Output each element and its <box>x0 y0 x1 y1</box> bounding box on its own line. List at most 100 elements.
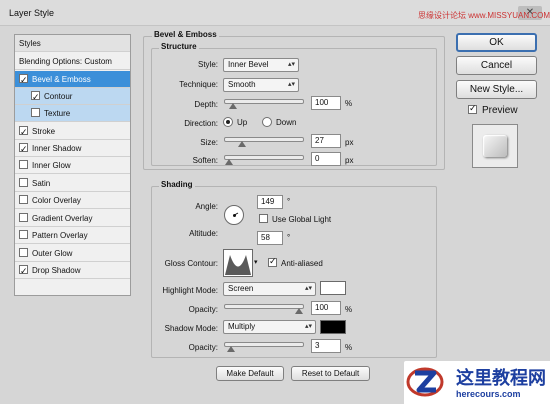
style-item-color-overlay[interactable]: Color Overlay <box>15 192 130 209</box>
highlight-mode-select[interactable]: Screen ▴▾ <box>223 282 316 296</box>
checkbox-gradient-overlay[interactable] <box>19 213 28 223</box>
checkbox-drop-shadow[interactable] <box>19 263 28 280</box>
style-select[interactable]: Inner Bevel ▴▾ <box>223 58 299 72</box>
make-default-button[interactable]: Make Default <box>216 366 284 381</box>
watermark-text: 思缘设计论坛 www.MISSYUAN.COM <box>418 11 550 20</box>
checkbox-contour[interactable] <box>31 89 40 106</box>
style-item-label: Inner Shadow <box>32 144 82 153</box>
shadow-mode-select[interactable]: Multiply ▴▾ <box>223 320 316 334</box>
size-slider-thumb[interactable] <box>237 141 246 147</box>
size-label: Size: <box>200 138 218 147</box>
style-item-stroke[interactable]: Stroke <box>15 123 130 141</box>
technique-select[interactable]: Smooth ▴▾ <box>223 78 299 92</box>
style-item-label: Outer Glow <box>32 249 73 258</box>
site-logo: 这里教程网 herecours.com <box>404 361 550 404</box>
soften-slider[interactable] <box>224 155 304 165</box>
soften-unit: px <box>345 156 354 165</box>
checkbox-satin[interactable] <box>19 178 28 188</box>
angle-dial-icon[interactable] <box>224 205 244 225</box>
bevel-emboss-title: Bevel & Emboss <box>152 30 219 39</box>
size-input[interactable]: 27 <box>311 134 341 148</box>
shadow-opacity-label: Opacity: <box>188 343 218 352</box>
direction-down-radio[interactable] <box>262 117 272 127</box>
style-item-label: Stroke <box>32 127 56 136</box>
style-item-pattern-overlay[interactable]: Pattern Overlay <box>15 227 130 244</box>
checkbox-color-overlay[interactable] <box>19 195 28 205</box>
style-label: Style: <box>197 60 218 69</box>
chevron-down-icon[interactable]: ▾ <box>254 258 258 266</box>
updown-arrow-icon: ▴▾ <box>287 61 295 68</box>
style-item-inner-shadow[interactable]: Inner Shadow <box>15 140 130 158</box>
direction-up-label: Up <box>237 118 248 127</box>
window-title: Layer Style <box>9 8 55 18</box>
shadow-mode-value: Multiply <box>228 322 256 331</box>
highlight-mode-value: Screen <box>228 284 254 293</box>
shadow-mode-label: Shadow Mode: <box>164 324 218 333</box>
style-item-bevel-emboss[interactable]: Bevel & Emboss <box>15 71 130 89</box>
reset-to-default-button[interactable]: Reset to Default <box>291 366 370 381</box>
cancel-button[interactable]: Cancel <box>456 56 537 75</box>
structure-title: Structure <box>159 42 199 51</box>
highlight-opacity-input[interactable]: 100 <box>311 301 341 315</box>
altitude-unit: ° <box>287 233 291 242</box>
highlight-opacity-unit: % <box>345 305 353 314</box>
style-item-label: Inner Glow <box>32 161 71 170</box>
logo-url: herecours.com <box>456 389 521 399</box>
style-item-blending-options[interactable]: Blending Options: Custom <box>15 53 130 70</box>
shadow-opacity-slider[interactable] <box>224 342 304 352</box>
style-item-label: Contour <box>44 92 73 101</box>
checkbox-inner-shadow[interactable] <box>19 141 28 158</box>
updown-arrow-icon: ▴▾ <box>287 81 295 88</box>
shadow-opacity-slider-thumb[interactable] <box>227 346 236 352</box>
size-unit: px <box>345 138 354 147</box>
direction-up-radio[interactable] <box>223 117 233 127</box>
use-global-light-label: Use Global Light <box>272 215 332 224</box>
angle-input[interactable]: 149 <box>257 195 283 209</box>
shadow-opacity-unit: % <box>345 343 353 352</box>
angle-unit: ° <box>287 197 291 206</box>
gloss-contour-picker[interactable] <box>223 249 253 277</box>
highlight-opacity-slider-thumb[interactable] <box>295 308 303 314</box>
checkbox-bevel-emboss[interactable] <box>19 72 28 89</box>
new-style-button[interactable]: New Style... <box>456 80 537 99</box>
checkbox-texture[interactable] <box>31 108 40 118</box>
style-item-satin[interactable]: Satin <box>15 175 130 192</box>
style-preview-thumbnail <box>472 124 518 168</box>
style-item-outer-glow[interactable]: Outer Glow <box>15 245 130 262</box>
preview-checkbox[interactable] <box>468 103 477 114</box>
checkbox-pattern-overlay[interactable] <box>19 230 28 240</box>
style-item-label: Drop Shadow <box>32 266 81 275</box>
depth-unit: % <box>345 99 353 108</box>
style-item-texture[interactable]: Texture <box>15 105 130 122</box>
altitude-input[interactable]: 58 <box>257 231 283 245</box>
checkbox-inner-glow[interactable] <box>19 160 28 170</box>
depth-input[interactable]: 100 <box>311 96 341 110</box>
depth-slider-thumb[interactable] <box>228 103 237 109</box>
style-item-contour[interactable]: Contour <box>15 88 130 106</box>
ok-button[interactable]: OK <box>456 33 537 52</box>
shading-title: Shading <box>159 180 195 189</box>
highlight-opacity-slider[interactable] <box>224 304 304 314</box>
soften-input[interactable]: 0 <box>311 152 341 166</box>
style-item-label: Bevel & Emboss <box>32 75 91 84</box>
shadow-color-swatch[interactable] <box>320 320 346 334</box>
styles-header[interactable]: Styles <box>15 35 130 52</box>
highlight-color-swatch[interactable] <box>320 281 346 295</box>
style-item-label: Blending Options: Custom <box>19 57 112 66</box>
checkbox-outer-glow[interactable] <box>19 248 28 258</box>
soften-slider-thumb[interactable] <box>225 159 233 165</box>
size-slider[interactable] <box>224 137 304 147</box>
highlight-opacity-label: Opacity: <box>188 305 218 314</box>
style-select-value: Inner Bevel <box>228 60 269 69</box>
angle-label: Angle: <box>195 202 218 211</box>
style-item-inner-glow[interactable]: Inner Glow <box>15 157 130 174</box>
style-item-label: Texture <box>44 109 71 118</box>
use-global-light-checkbox[interactable] <box>259 214 268 223</box>
checkbox-stroke[interactable] <box>19 124 28 141</box>
anti-aliased-checkbox[interactable] <box>268 256 277 267</box>
style-item-gradient-overlay[interactable]: Gradient Overlay <box>15 210 130 227</box>
depth-slider[interactable] <box>224 99 304 109</box>
contour-curve-icon <box>225 255 251 275</box>
shadow-opacity-input[interactable]: 3 <box>311 339 341 353</box>
style-item-drop-shadow[interactable]: Drop Shadow <box>15 262 130 280</box>
